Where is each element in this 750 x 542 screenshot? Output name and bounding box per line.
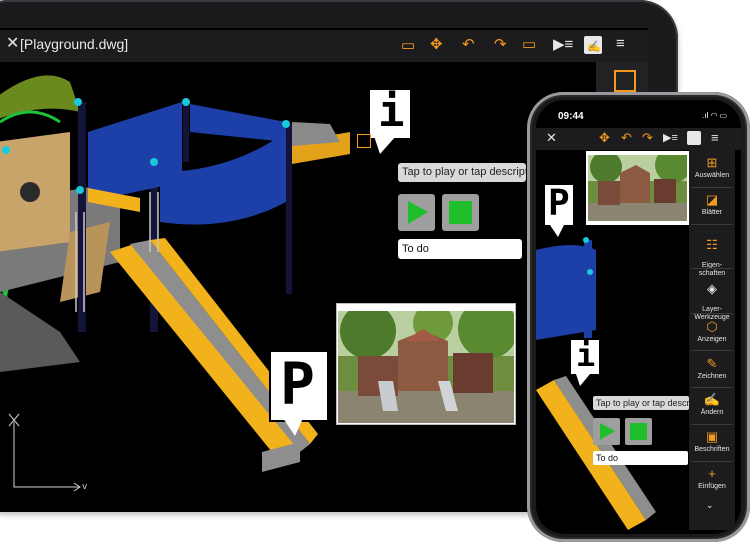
info-marker-tail xyxy=(374,136,396,154)
info-marker[interactable]: i xyxy=(569,336,601,376)
redo-icon[interactable]: ↷ xyxy=(494,35,507,53)
photo-marker-tail xyxy=(283,418,303,436)
layers-play-icon[interactable]: ▶≡ xyxy=(663,131,678,144)
phone-notch xyxy=(612,100,694,116)
edit-icon[interactable] xyxy=(687,131,701,145)
chevron-down-icon[interactable]: ⌄ xyxy=(706,500,714,511)
select-icon: ⊞ xyxy=(706,155,718,170)
divider xyxy=(691,268,733,269)
divider xyxy=(691,387,733,388)
sidebar-item-label: Blätter xyxy=(701,209,723,216)
stop-icon xyxy=(630,423,647,440)
sidebar-item-label: Zeichnen xyxy=(697,373,727,380)
markup-icon[interactable]: ▭ xyxy=(401,36,415,54)
sidebar-item-label: Auswählen xyxy=(694,172,730,179)
info-marker-tail xyxy=(576,374,590,386)
stop-button[interactable] xyxy=(442,194,479,231)
layers-play-icon[interactable]: ▶≡ xyxy=(553,35,573,53)
stop-icon xyxy=(449,201,472,224)
phone-photo-preview[interactable] xyxy=(586,151,689,225)
divider xyxy=(691,424,733,425)
view-icon: ⬡ xyxy=(706,319,718,334)
sidebar-item-layer-werkzeuge[interactable]: ◈ Layer- Werkzeuge xyxy=(689,274,735,322)
sidebar-item-label: Ändern xyxy=(700,409,724,416)
sheets-icon: ◪ xyxy=(705,192,719,207)
info-glyph: i xyxy=(378,86,405,137)
comment-icon[interactable]: ▭ xyxy=(522,35,536,53)
insert-icon: + xyxy=(708,466,716,481)
sidebar-item-label: Einfügen xyxy=(698,483,726,490)
edit-icon-overlay: ✍ xyxy=(587,41,601,53)
divider xyxy=(691,350,733,351)
document-title: [Playground.dwg] xyxy=(20,36,129,52)
play-button[interactable] xyxy=(398,194,435,231)
close-icon[interactable]: ✕ xyxy=(546,130,557,146)
photo-marker-tail xyxy=(550,225,564,237)
photo-preview[interactable] xyxy=(336,303,516,425)
playground-photo xyxy=(338,311,514,423)
playground-photo xyxy=(588,155,687,221)
sidebar-item-anzeigen[interactable]: ⬡ Anzeigen xyxy=(689,320,735,344)
sidebar-item-label: Anzeigen xyxy=(697,336,727,343)
divider xyxy=(691,187,733,188)
svg-text:v: v xyxy=(82,482,88,492)
sidebar-item-beschriften[interactable]: ▣ Beschriften xyxy=(689,430,735,454)
divider xyxy=(691,313,733,314)
move-icon[interactable]: ✥ xyxy=(430,35,443,53)
annotate-icon: ▣ xyxy=(705,429,719,444)
stop-button[interactable] xyxy=(625,418,652,445)
sidebar-item-label: Beschriften xyxy=(694,446,730,453)
tap-to-play-label[interactable]: Tap to play or tap description xyxy=(398,163,526,182)
info-marker[interactable]: i xyxy=(368,86,412,140)
divider xyxy=(691,461,733,462)
sidebar-item-auswaehlen[interactable]: ⊞ Auswählen xyxy=(689,156,735,180)
modify-icon: ✍ xyxy=(703,392,721,407)
play-icon xyxy=(600,423,615,440)
sidebar-item-eigenschaften[interactable]: ☷ Eigen- schaften xyxy=(689,230,735,278)
move-icon[interactable]: ✥ xyxy=(599,130,610,146)
todo-field[interactable]: To do xyxy=(398,239,522,259)
ucs-axes-icon xyxy=(8,413,81,492)
layer-tools-icon: ◈ xyxy=(707,281,717,296)
menu-icon[interactable]: ≡ xyxy=(616,35,625,52)
divider xyxy=(691,224,733,225)
play-button[interactable] xyxy=(593,418,620,445)
redo-icon[interactable]: ↷ xyxy=(642,130,653,146)
sidebar-item-blaetter[interactable]: ◪ Blätter xyxy=(689,193,735,217)
photo-glyph: P xyxy=(548,183,570,224)
sidebar-item-zeichnen[interactable]: ✎ Zeichnen xyxy=(689,357,735,381)
menu-icon[interactable]: ≡ xyxy=(711,130,719,145)
status-icons: .ıl ◠ ▭ xyxy=(702,111,728,120)
photo-glyph: P xyxy=(280,350,315,418)
play-icon xyxy=(408,201,428,224)
undo-icon[interactable]: ↶ xyxy=(462,35,475,53)
cad-drawing-canvas[interactable]: v xyxy=(0,62,596,512)
properties-icon: ☷ xyxy=(706,237,718,252)
sidebar-item-aendern[interactable]: ✍ Ändern xyxy=(689,393,735,417)
todo-field[interactable]: To do xyxy=(593,451,688,465)
status-time: 09:44 xyxy=(558,111,584,122)
tap-to-play-label[interactable]: Tap to play or tap description xyxy=(593,396,689,410)
sidebar-item-einfuegen[interactable]: + Einfügen xyxy=(689,467,735,491)
select-icon[interactable] xyxy=(614,70,636,92)
undo-icon[interactable]: ↶ xyxy=(621,130,632,146)
photo-marker[interactable]: P xyxy=(543,183,575,227)
draw-icon: ✎ xyxy=(706,356,718,371)
marker-anchor-icon xyxy=(357,134,371,148)
close-icon[interactable]: ✕ xyxy=(6,33,19,53)
photo-marker[interactable]: P xyxy=(269,350,329,422)
info-glyph: i xyxy=(576,336,596,374)
